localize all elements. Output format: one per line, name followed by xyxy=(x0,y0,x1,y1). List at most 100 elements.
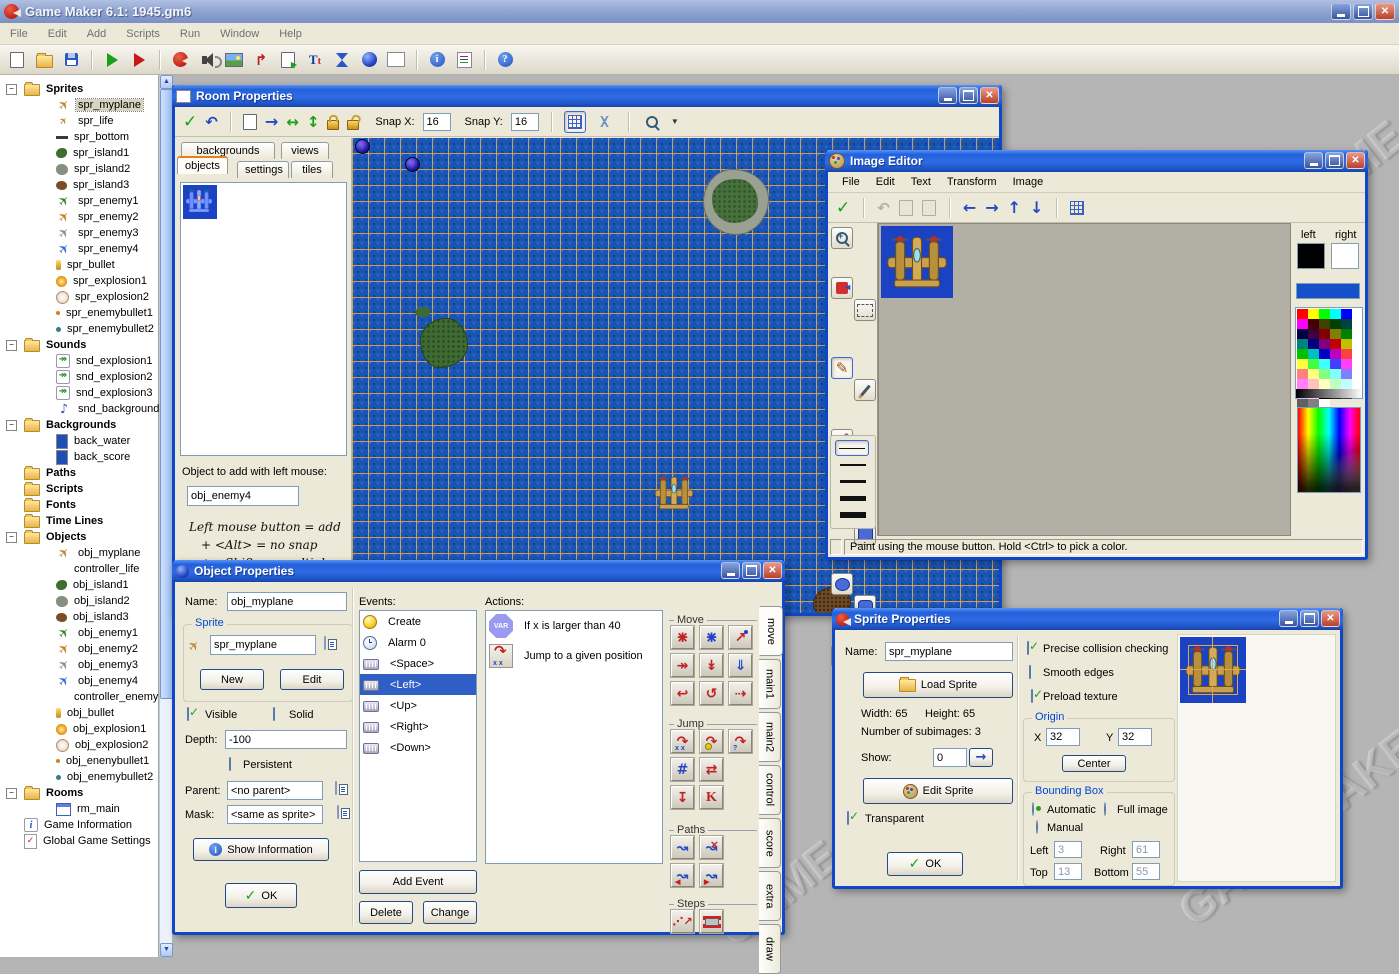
palette-color[interactable] xyxy=(1308,349,1319,359)
game-information-button[interactable]: i xyxy=(426,49,448,71)
add-room-button[interactable] xyxy=(385,49,407,71)
zoom-button[interactable] xyxy=(641,111,663,133)
left-color-swatch[interactable] xyxy=(1297,243,1325,269)
room-horizontal-arrows-button[interactable]: ↔ xyxy=(286,113,299,131)
tree-item[interactable]: spr_enemybullet2 xyxy=(2,321,156,337)
palette-tab[interactable]: move xyxy=(759,606,783,656)
tree-item[interactable]: obj_enemy2 xyxy=(2,641,156,657)
room-properties-title-bar[interactable]: Room Properties ✕ xyxy=(172,85,1002,107)
debug-game-button[interactable] xyxy=(128,49,150,71)
toggle-grid-button[interactable] xyxy=(564,111,586,133)
sprite-properties-title-bar[interactable]: Sprite Properties ✕ xyxy=(832,608,1343,630)
room-maximize-button[interactable] xyxy=(959,87,978,104)
move-towards-button[interactable]: ↗ xyxy=(729,626,752,649)
tree-item[interactable]: spr_life xyxy=(2,113,156,129)
tree-item[interactable]: Backgrounds xyxy=(2,417,156,433)
palette-color[interactable] xyxy=(1341,379,1352,389)
tab-settings[interactable]: settings xyxy=(237,161,289,178)
event-item[interactable]: Alarm 0 xyxy=(360,632,476,653)
palette-tab[interactable]: extra xyxy=(759,871,781,921)
tree-item[interactable]: Game Information xyxy=(2,817,156,833)
room-vertical-arrows-button[interactable]: ↕ xyxy=(307,113,320,131)
path-speed-button[interactable]: ↝▶ xyxy=(700,864,723,887)
shift-left-button[interactable]: ← xyxy=(963,198,976,217)
select-tool-button[interactable] xyxy=(854,299,876,321)
palette-color[interactable] xyxy=(1330,359,1341,369)
main-minimize-button[interactable] xyxy=(1331,3,1351,20)
bbox-left-input[interactable] xyxy=(1054,841,1082,858)
shift-down-button[interactable]: ↓ xyxy=(1030,198,1043,217)
sprite-minimize-button[interactable] xyxy=(1279,610,1298,627)
object-ok-button[interactable]: ✓ OK xyxy=(225,883,297,908)
palette-color[interactable] xyxy=(1330,369,1341,379)
palette-color[interactable] xyxy=(1341,309,1352,319)
editor-paste-button[interactable] xyxy=(922,200,936,216)
palette-color[interactable] xyxy=(1319,329,1330,339)
palette-color[interactable] xyxy=(1297,379,1308,389)
add-timeline-button[interactable] xyxy=(331,49,353,71)
tree-item[interactable]: spr_enemy1 xyxy=(2,193,156,209)
tree-item[interactable]: obj_enemy4 xyxy=(2,673,156,689)
room-ok-check-button[interactable]: ✓ xyxy=(183,112,197,132)
object-minimize-button[interactable] xyxy=(721,562,740,579)
bbox-right-input[interactable] xyxy=(1132,841,1160,858)
palette-color[interactable] xyxy=(1308,319,1319,329)
bbox-full-image-radio[interactable] xyxy=(1104,802,1106,816)
smooth-edges-checkbox[interactable] xyxy=(1029,665,1031,679)
pencil-tool-button[interactable]: ✎ xyxy=(831,357,853,379)
room-close-button[interactable]: ✕ xyxy=(980,87,999,104)
palette-color[interactable] xyxy=(1297,349,1308,359)
tree-item[interactable]: obj_enenybullet1 xyxy=(2,753,156,769)
line-width-1-button[interactable] xyxy=(835,440,869,456)
reverse-vertical-button[interactable]: ↺ xyxy=(700,682,723,705)
sprite-preview-image[interactable] xyxy=(1180,637,1246,703)
palette-color[interactable] xyxy=(1330,349,1341,359)
bbox-bottom-input[interactable] xyxy=(1132,863,1160,880)
palette-color[interactable] xyxy=(1330,339,1341,349)
preload-texture-checkbox[interactable] xyxy=(1031,689,1033,703)
lock-icon[interactable] xyxy=(327,120,339,130)
tree-item[interactable]: obj_island3 xyxy=(2,609,156,625)
object-name-input[interactable] xyxy=(227,592,347,611)
tree-item[interactable]: Sounds xyxy=(2,337,156,353)
line-width-5-button[interactable] xyxy=(840,512,866,518)
image-editor-close-button[interactable]: ✕ xyxy=(1346,152,1365,169)
path-set-button[interactable]: ↝ xyxy=(671,836,694,859)
controller-object-instance[interactable]: ? xyxy=(405,157,420,172)
reverse-horizontal-button[interactable]: ↩ xyxy=(671,682,694,705)
image-editor-maximize-button[interactable] xyxy=(1325,152,1344,169)
palette-tab[interactable]: control xyxy=(759,765,781,815)
bbox-manual-radio[interactable] xyxy=(1036,820,1038,834)
show-input[interactable] xyxy=(933,748,967,767)
global-settings-button[interactable] xyxy=(453,49,475,71)
tree-item[interactable]: spr_island1 xyxy=(2,145,156,161)
palette-color[interactable] xyxy=(1319,309,1330,319)
speed-horizontal-button[interactable]: ↠ xyxy=(671,654,694,677)
tree-item[interactable]: Scripts xyxy=(2,481,156,497)
tree-item[interactable]: obj_enemy1 xyxy=(2,625,156,641)
tree-item[interactable]: spr_enemybullet1 xyxy=(2,305,156,321)
editor-canvas[interactable] xyxy=(878,223,1291,536)
tree-expander-icon[interactable] xyxy=(6,340,17,351)
tab-views[interactable]: views xyxy=(281,142,329,159)
palette-color[interactable] xyxy=(1308,339,1319,349)
tree-item[interactable]: controller_life xyxy=(2,561,156,577)
sprite-name-input[interactable] xyxy=(885,642,1013,661)
jump-start-button[interactable]: ↷ xyxy=(700,730,723,753)
persistent-checkbox[interactable] xyxy=(229,757,231,771)
flip-tool-button[interactable] xyxy=(831,277,853,299)
main-maximize-button[interactable] xyxy=(1353,3,1373,20)
center-button[interactable]: Center xyxy=(1062,755,1126,772)
palette-color[interactable] xyxy=(1330,319,1341,329)
unlock-icon[interactable] xyxy=(347,120,359,130)
zoom-dropdown-arrow[interactable]: ▼ xyxy=(671,117,679,126)
palette-color[interactable] xyxy=(1341,369,1352,379)
tree-item[interactable]: obj_explosion1 xyxy=(2,721,156,737)
precise-collision-checkbox[interactable] xyxy=(1027,641,1029,655)
tree-expander-icon[interactable] xyxy=(6,420,17,431)
path-position-button[interactable]: ↝◀ xyxy=(671,864,694,887)
tree-item[interactable]: spr_bullet xyxy=(2,257,156,273)
palette-color[interactable] xyxy=(1341,339,1352,349)
tree-item[interactable]: spr_explosion2 xyxy=(2,289,156,305)
menu-item[interactable]: Window xyxy=(210,25,269,43)
